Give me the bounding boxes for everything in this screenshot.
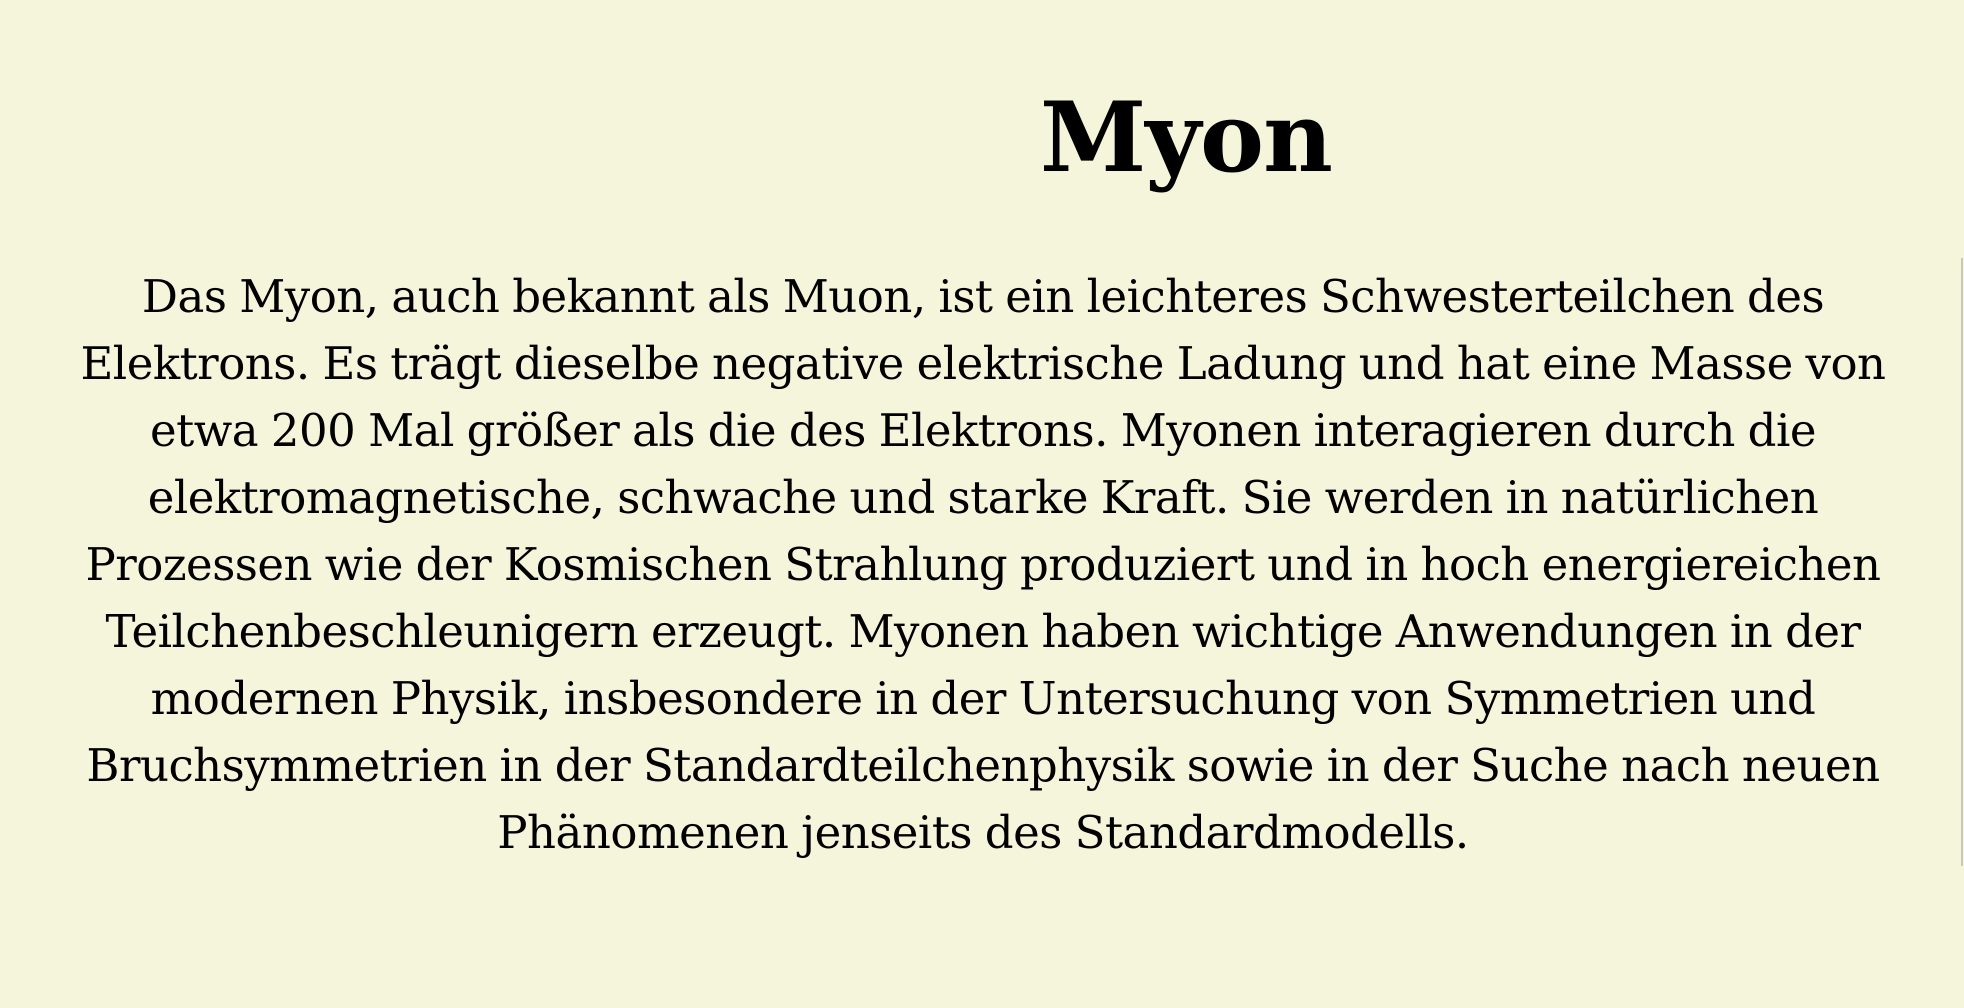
body-paragraph: Das Myon, auch bekannt als Muon, ist ein… bbox=[80, 270, 1886, 859]
page-title: Myon bbox=[1040, 81, 1333, 194]
content-edge-divider bbox=[1961, 258, 1963, 866]
